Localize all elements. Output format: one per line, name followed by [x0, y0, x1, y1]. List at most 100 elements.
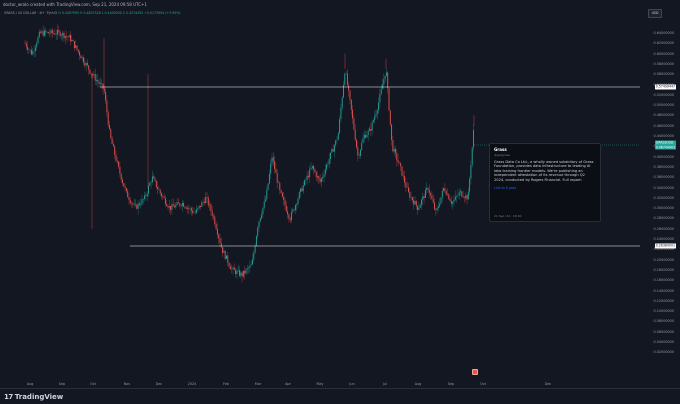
price-tick: 0.40000000 [653, 154, 675, 159]
time-tick: May [316, 382, 324, 386]
candle-body [224, 250, 226, 259]
candle-body [222, 247, 224, 253]
candle-body [461, 191, 463, 197]
candle-body [229, 266, 231, 270]
price-tick: 0.16000000 [653, 278, 675, 283]
candle-body [280, 189, 282, 193]
candle-body [37, 37, 39, 44]
candle-body [320, 178, 322, 183]
candle-body [395, 149, 396, 153]
candle-body [301, 188, 303, 192]
candle-body [335, 140, 337, 146]
price-axis[interactable]: 0.64000000 0.62000000 0.60000000 0.58000000… [640, 0, 680, 380]
candle-body [118, 161, 120, 167]
price-tick: 0.38000000 [653, 164, 675, 169]
candle-body [155, 180, 157, 188]
candle-body [445, 191, 447, 195]
candle-body [434, 202, 435, 210]
candle-body [83, 57, 84, 63]
time-tick: Sep [447, 382, 455, 386]
candle-body [257, 227, 259, 237]
price-tick: 0.28000000 [653, 216, 675, 221]
price-tick: 0.14000000 [653, 288, 675, 293]
candle-body [38, 31, 40, 38]
candle-body [75, 45, 77, 48]
candle-body [168, 205, 170, 208]
candle-body [164, 197, 166, 205]
time-tick: Nov [123, 382, 131, 386]
candle-body [64, 36, 66, 39]
candle-body [358, 155, 360, 156]
candle-body [174, 206, 175, 208]
candle-body [34, 47, 36, 51]
candle-body [233, 267, 235, 271]
candle-body [31, 49, 32, 55]
price-tick: 0.12000000 [653, 298, 675, 303]
time-tick: Dec [544, 382, 552, 386]
candle-body [291, 212, 292, 221]
candle-body [124, 186, 126, 189]
candle-body [175, 204, 177, 208]
candle-body [166, 204, 168, 207]
candle-body [339, 119, 341, 134]
candle-body [200, 205, 201, 207]
candle-body [106, 100, 108, 113]
candle-body [244, 270, 246, 274]
time-tick: Apr [285, 382, 291, 386]
time-axis[interactable]: Aug Sep Oct Nov Dec 2024 Feb Mar Apr May Jun Jul Aug… [0, 380, 640, 388]
candle-body [266, 189, 268, 200]
candle-body [348, 85, 350, 91]
candle-body [122, 179, 123, 183]
time-tick: Aug [26, 382, 34, 386]
news-popup[interactable]: Grass @getgrass Grass Data Co Ltd., a wh… [488, 143, 601, 222]
candle-body [141, 199, 143, 205]
candle-body [441, 190, 443, 198]
candle-body [457, 195, 459, 197]
candle-body [318, 176, 320, 179]
candle-body [435, 209, 437, 211]
news-time: 21 Sep '24 · 18:00 [494, 214, 522, 218]
candle-body [409, 191, 411, 198]
candle-body [408, 187, 409, 192]
candle-body [227, 255, 229, 263]
currency-selector[interactable]: USD [648, 9, 662, 18]
candle-body [235, 270, 237, 275]
candle-body [450, 201, 452, 204]
candle-body [192, 210, 194, 213]
candle-body [323, 174, 325, 177]
candle-body [421, 199, 422, 205]
news-link[interactable]: Link to X post [494, 186, 596, 190]
candle-body [214, 216, 216, 225]
candle-body [417, 205, 419, 210]
candle-body [405, 182, 407, 188]
price-tick: 0.10000000 [653, 309, 675, 314]
candle-body [245, 269, 247, 274]
candle-body [253, 252, 255, 260]
tradingview-logo: 17 TradingView [4, 392, 63, 402]
candle-body [206, 196, 208, 198]
price-tick: 0.52000000 [653, 92, 675, 97]
candle-body [150, 182, 152, 183]
price-tick: 0.02000000 [653, 350, 675, 355]
candle-body [54, 33, 56, 35]
time-tick: Oct [90, 382, 96, 386]
candle-body [98, 81, 100, 84]
candle-body [226, 255, 227, 259]
candle-body [25, 43, 27, 47]
candle-body [36, 43, 38, 48]
candle-body [419, 204, 421, 208]
candle-body [340, 107, 342, 120]
candle-body [96, 80, 97, 81]
candle-body [307, 175, 309, 178]
news-event-marker[interactable] [472, 369, 478, 375]
price-tick: 0.48000000 [653, 113, 675, 118]
candle-body [310, 167, 312, 170]
candle-body [51, 30, 53, 34]
price-tick: 0.06000000 [653, 329, 675, 334]
time-tick: Dec [155, 382, 163, 386]
candle-body [473, 130, 474, 148]
candle-body [366, 135, 368, 138]
candle-body [153, 176, 155, 179]
candle-body [469, 178, 471, 192]
candle-body [41, 31, 43, 33]
